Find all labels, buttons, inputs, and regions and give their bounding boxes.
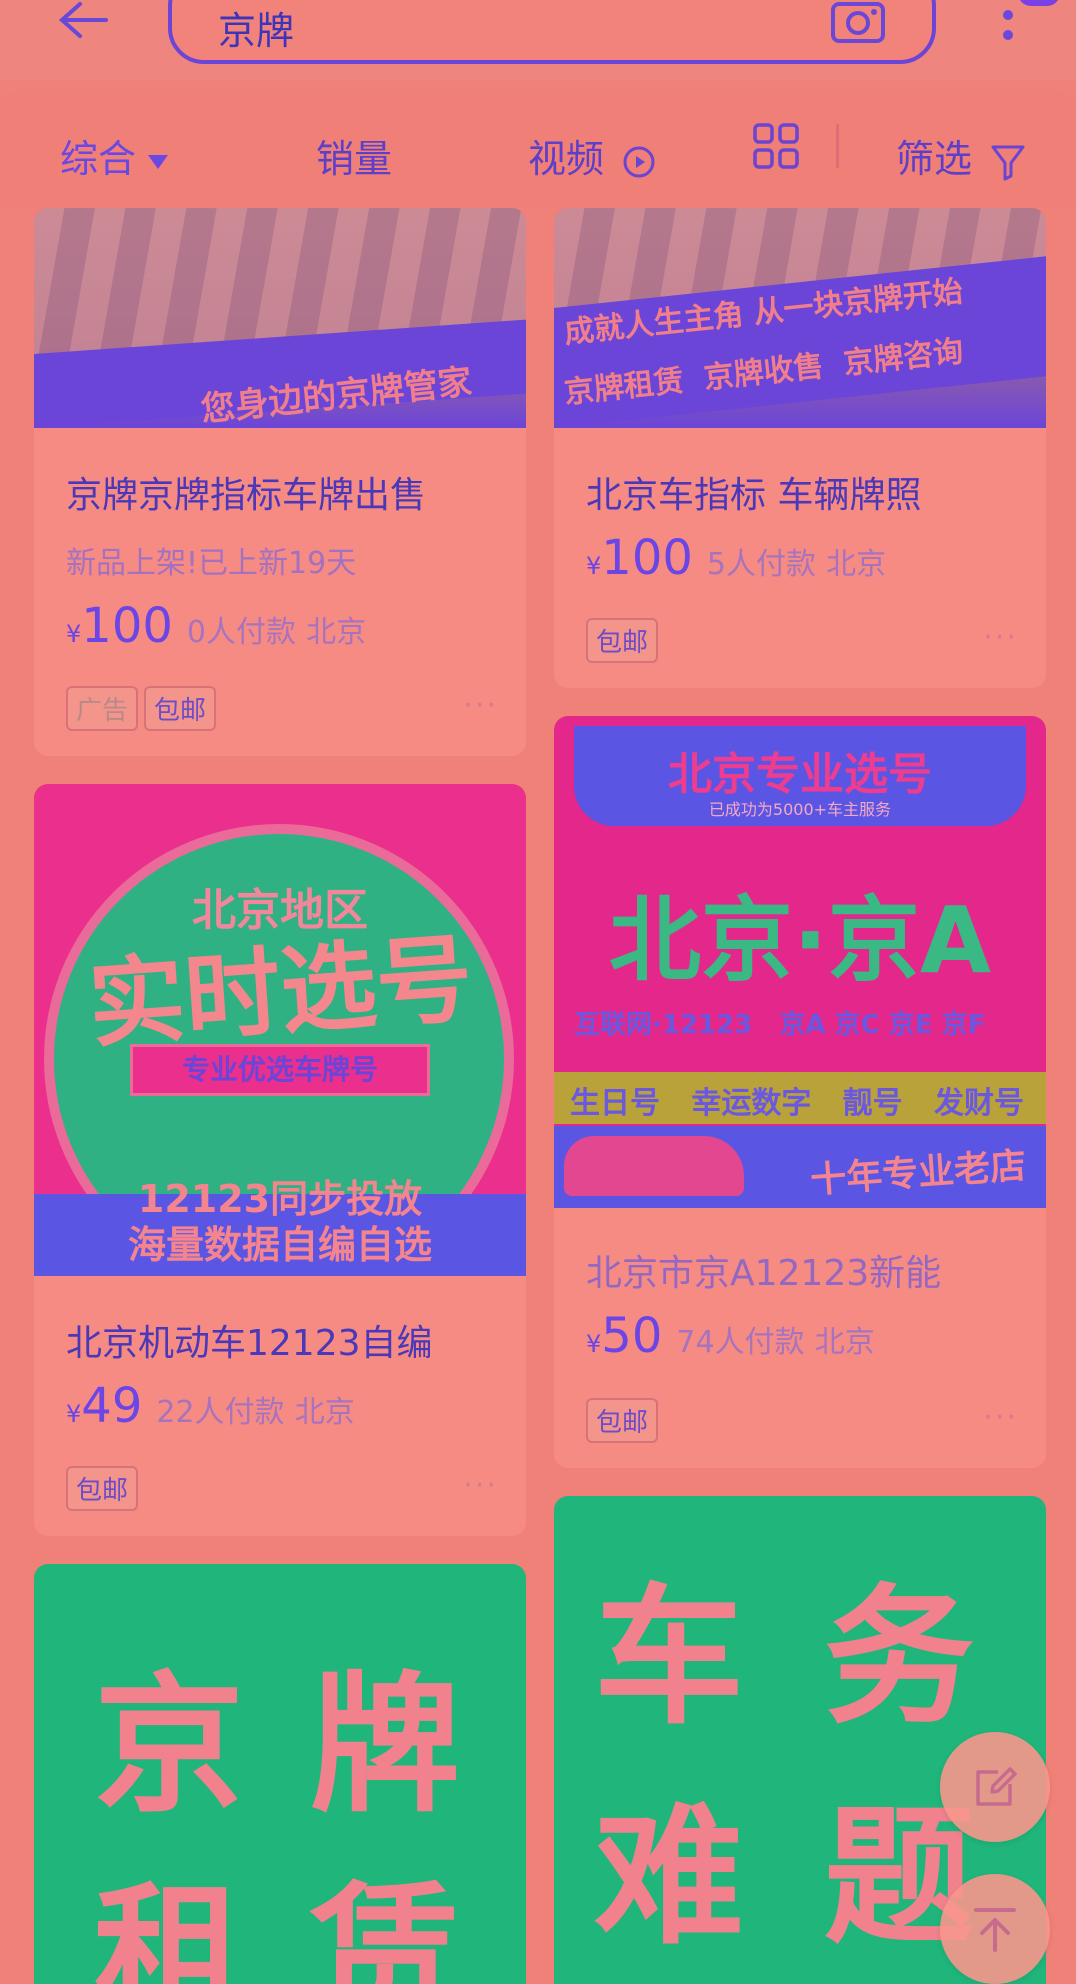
image-text-top: 北京专业选号	[668, 749, 932, 800]
free-shipping-tag: 包邮	[66, 1466, 139, 1511]
sort-sales[interactable]: 销量	[316, 128, 392, 183]
product-card[interactable]: 成就人生主角 从一块京牌开始 京牌租赁 京牌收售 京牌咨询 北京车指标 车辆牌照…	[554, 208, 1046, 688]
image-char: 务	[824, 1571, 975, 1745]
sort-video-label: 视频	[528, 137, 605, 181]
image-char: 租	[94, 1869, 245, 1984]
product-card[interactable]: 京 牌 租 赁	[34, 1564, 526, 1984]
product-title: 北京车指标 车辆牌照	[586, 475, 922, 516]
product-card[interactable]: 您身边的京牌管家 京牌京牌指标车牌出售 新品上架!已上新19天 ¥100 0人付款…	[34, 208, 526, 756]
price-line: ¥100 0人付款 北京	[66, 598, 366, 654]
divider	[836, 124, 839, 168]
product-title: 北京机动车12123自编	[66, 1323, 433, 1364]
dropdown-triangle-icon	[148, 154, 169, 169]
image-text-top-sub: 已成功为5000+车主服务	[708, 800, 892, 819]
play-icon	[623, 146, 655, 177]
tag-list: 包邮	[586, 1398, 664, 1443]
more-icon[interactable]: ···	[983, 620, 1018, 655]
sort-sales-label: 销量	[316, 137, 393, 181]
product-image[interactable]: 成就人生主角 从一块京牌开始 京牌租赁 京牌收售 京牌咨询	[554, 208, 1046, 428]
product-card[interactable]: 北京专业选号 已成功为5000+车主服务 北京·京A 互联网·12123 京A …	[554, 716, 1046, 1468]
image-char: 难	[594, 1791, 745, 1965]
price: 50	[601, 1308, 663, 1364]
price-line: ¥49 22人付款 北京	[66, 1378, 355, 1434]
sort-video[interactable]: 视频	[528, 128, 656, 183]
product-subtitle: 新品上架!已上新19天	[66, 546, 357, 581]
product-image[interactable]: 北京专业选号 已成功为5000+车主服务 北京·京A 互联网·12123 京A …	[554, 716, 1046, 1208]
buyers-count: 74人付款	[676, 1325, 805, 1360]
price-line: ¥50 74人付款 北京	[586, 1308, 875, 1364]
currency-symbol: ¥	[66, 620, 82, 648]
notification-badge	[1018, 0, 1060, 6]
price: 100	[81, 598, 173, 654]
image-text-band: 生日号 幸运数字 靓号 发财号	[570, 1086, 1024, 1121]
edit-feedback-button[interactable]	[940, 1732, 1050, 1842]
ad-tag: 广告	[66, 686, 139, 731]
buyers-count: 0人付款	[186, 615, 296, 650]
edit-icon	[976, 1767, 1017, 1806]
sort-comprehensive[interactable]: 综合	[60, 128, 169, 183]
tag-list: 包邮	[66, 1466, 144, 1511]
free-shipping-tag: 包邮	[586, 618, 659, 663]
image-text-row: 互联网·12123 京A 京C 京E 京F	[574, 1010, 986, 1040]
tag-list: 包邮	[586, 618, 664, 663]
free-shipping-tag: 包邮	[144, 686, 217, 731]
grid-view-icon[interactable]	[752, 122, 800, 170]
more-icon[interactable]: ···	[463, 688, 498, 723]
location: 北京	[814, 1325, 875, 1360]
filter-button[interactable]: 筛选	[896, 128, 1026, 183]
image-char: 车	[594, 1571, 745, 1745]
buyers-count: 5人付款	[706, 547, 816, 582]
buyers-count: 22人付款	[156, 1395, 285, 1430]
product-image[interactable]: 北京地区 实时选号 专业优选车牌号 12123同步投放 海量数据自编自选	[34, 784, 526, 1276]
price: 49	[81, 1378, 143, 1434]
filter-label: 筛选	[896, 137, 973, 181]
sort-comprehensive-label: 综合	[60, 137, 137, 181]
camera-icon[interactable]	[830, 0, 886, 44]
search-input[interactable]: 京牌	[168, 0, 936, 64]
arrow-up-icon	[974, 1908, 1016, 1952]
image-char: 京	[94, 1659, 245, 1833]
currency-symbol: ¥	[586, 1330, 602, 1358]
product-image[interactable]: 京 牌 租 赁	[34, 1564, 526, 1984]
more-icon[interactable]: ···	[463, 1468, 498, 1503]
location: 北京	[306, 615, 367, 650]
currency-symbol: ¥	[66, 1400, 82, 1428]
image-text-tagline: 专业优选车牌号	[130, 1044, 430, 1096]
more-icon[interactable]: ···	[983, 1400, 1018, 1435]
back-arrow-icon[interactable]	[54, 0, 114, 40]
product-title: 京牌京牌指标车牌出售	[66, 475, 427, 516]
product-title: 北京市京A12123新能	[586, 1253, 942, 1294]
search-query: 京牌	[218, 9, 295, 53]
price-line: ¥100 5人付款 北京	[586, 530, 886, 586]
currency-symbol: ¥	[586, 552, 602, 580]
product-image[interactable]: 您身边的京牌管家	[34, 208, 526, 428]
more-options-icon[interactable]	[996, 0, 1020, 44]
top-bar: 京牌	[0, 0, 1076, 80]
image-text-line5: 海量数据自编自选	[127, 1223, 432, 1267]
back-to-top-button[interactable]	[940, 1874, 1050, 1984]
product-card[interactable]: 北京地区 实时选号 专业优选车牌号 12123同步投放 海量数据自编自选 北京机…	[34, 784, 526, 1536]
filter-funnel-icon	[991, 145, 1025, 180]
image-char: 赁	[310, 1869, 461, 1984]
free-shipping-tag: 包邮	[586, 1398, 659, 1443]
image-char: 牌	[310, 1659, 461, 1833]
price: 100	[601, 530, 693, 586]
location: 北京	[294, 1395, 355, 1430]
car-icon	[564, 1136, 744, 1196]
image-text-main: 北京·京A	[608, 887, 992, 994]
tag-list: 广告 包邮	[66, 686, 222, 731]
location: 北京	[826, 547, 887, 582]
